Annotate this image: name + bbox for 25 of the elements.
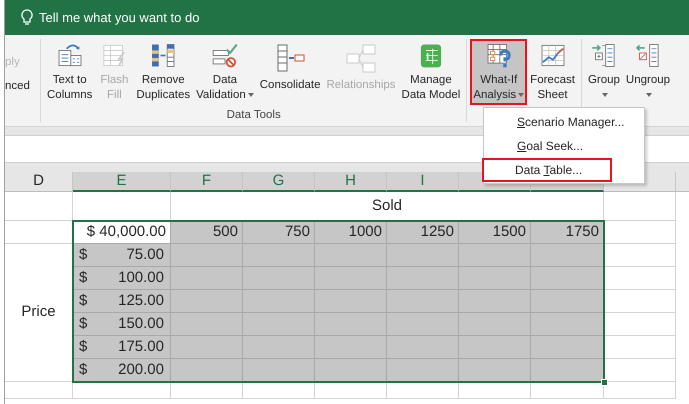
table-cell: 750 [243, 221, 315, 244]
amount-text: 125.00 [118, 290, 164, 311]
table-cell: 1750 [531, 221, 604, 244]
ribbon-label: nced [5, 78, 31, 94]
merged-cell: Sold [171, 192, 604, 221]
group-label: Data Tools [226, 108, 281, 122]
amount-text: 200.00 [118, 360, 164, 380]
currency-symbol: $ [79, 268, 88, 288]
currency-symbol: $ [79, 290, 88, 311]
currency-symbol: $ [79, 314, 88, 334]
currency-symbol: $ [79, 360, 88, 380]
amount-text: 150.00 [118, 314, 164, 334]
amount-text: 175.00 [118, 336, 164, 357]
amount-text: 100.00 [118, 268, 164, 288]
currency-symbol: $ [79, 244, 88, 265]
table-cell: 1250 [387, 221, 459, 244]
ribbon-label: ply [5, 54, 21, 70]
table-cell: 1500 [459, 221, 531, 244]
search-text: Tell me what you want to do [39, 8, 200, 27]
table-cell: 1000 [315, 221, 387, 244]
amount-text: 75.00 [126, 244, 164, 265]
currency-symbol: $ [79, 336, 88, 357]
row-label: Price [5, 244, 73, 382]
table-cell: 500 [171, 221, 243, 244]
table-cell: $ 40,000.00 [73, 221, 171, 244]
